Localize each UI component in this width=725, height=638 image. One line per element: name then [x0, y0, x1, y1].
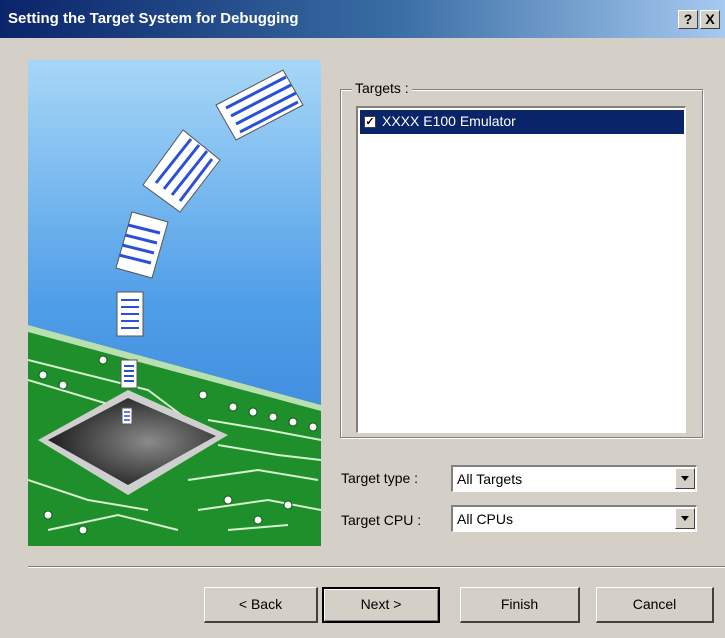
window-title: Setting the Target System for Debugging — [8, 10, 299, 27]
target-cpu-dropdown-button[interactable] — [675, 508, 695, 529]
target-item-label: XXXX E100 Emulator — [382, 113, 516, 129]
chip-illustration-image — [28, 60, 321, 546]
chevron-down-icon — [681, 476, 689, 481]
wizard-illustration — [28, 60, 321, 546]
list-item-target[interactable]: ✓ XXXX E100 Emulator — [360, 110, 684, 134]
cancel-button[interactable]: Cancel — [596, 587, 714, 623]
target-checkbox[interactable]: ✓ — [364, 116, 376, 128]
back-button[interactable]: < Back — [204, 587, 318, 623]
close-button[interactable]: X — [700, 10, 720, 29]
target-type-select[interactable]: All Targets — [451, 465, 697, 492]
target-type-dropdown-button[interactable] — [675, 468, 695, 489]
chevron-down-icon — [681, 516, 689, 521]
help-button[interactable]: ? — [678, 10, 698, 29]
targets-list[interactable]: ✓ XXXX E100 Emulator — [356, 106, 686, 433]
target-cpu-label: Target CPU : — [341, 512, 422, 528]
separator — [28, 566, 725, 568]
finish-button[interactable]: Finish — [460, 587, 580, 623]
target-type-label: Target type : — [341, 470, 419, 486]
target-type-value: All Targets — [457, 471, 523, 487]
target-cpu-select[interactable]: All CPUs — [451, 505, 697, 532]
title-bar: Setting the Target System for Debugging … — [0, 0, 725, 38]
next-button[interactable]: Next > — [322, 587, 440, 623]
targets-group-label: Targets : — [352, 80, 412, 96]
target-cpu-value: All CPUs — [457, 511, 514, 527]
